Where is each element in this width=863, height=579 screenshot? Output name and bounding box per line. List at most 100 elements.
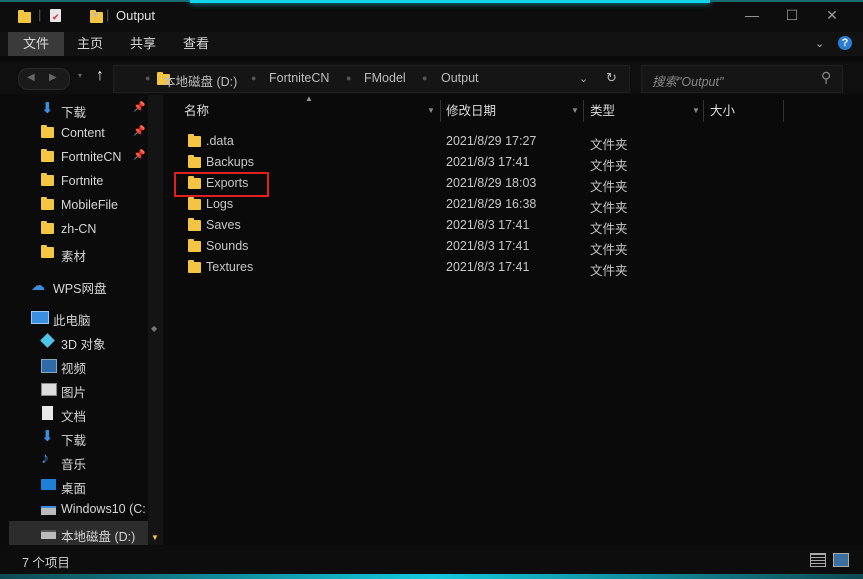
breadcrumb-output[interactable]: Output (441, 71, 479, 85)
nav-scrollbar[interactable]: ◆ ▼ (148, 95, 163, 545)
frame-glow-right (710, 0, 863, 2)
address-history-icon[interactable]: ⌄ (579, 72, 588, 85)
download-arrow-icon: ⬇ (41, 100, 54, 117)
folder-icon (188, 260, 201, 273)
column-header-size[interactable]: 大小 (710, 100, 770, 122)
pin-icon[interactable]: 📌 (133, 126, 145, 137)
folder-icon (41, 245, 54, 258)
column-divider[interactable] (783, 100, 784, 122)
breadcrumb-separator[interactable]: ● (422, 73, 427, 83)
maximize-button[interactable]: ☐ (775, 6, 809, 24)
large-icons-view-icon[interactable] (833, 553, 849, 567)
search-icon[interactable]: ⚲ (821, 69, 831, 86)
nav-item-music[interactable]: ♪ 音乐 (0, 449, 148, 473)
breadcrumb-separator[interactable]: ● (251, 73, 256, 83)
pin-icon[interactable]: 📌 (133, 102, 145, 113)
search-input[interactable]: 搜索"Output" (652, 71, 723, 90)
recent-dropdown-icon[interactable]: ▾ (78, 71, 82, 80)
nav-item-fortnitecn[interactable]: FortniteCN 📌 (0, 145, 148, 169)
qat-dropdown-icon[interactable]: ▾ (93, 10, 98, 26)
list-item[interactable]: Textures 2021/8/3 17:41 文件夹 (172, 257, 692, 278)
qat-divider: | (106, 7, 110, 22)
breadcrumb-separator[interactable]: ● (145, 73, 150, 83)
folder-icon (188, 218, 201, 231)
breadcrumb-fortnitecn[interactable]: FortniteCN (269, 71, 329, 85)
frame-glow-left (0, 0, 190, 2)
breadcrumb-fmodel[interactable]: FModel (364, 71, 406, 85)
nav-item-drive-d[interactable]: 本地磁盘 (D:) (9, 521, 148, 545)
nav-item-content[interactable]: Content 📌 (0, 121, 148, 145)
column-filter-icon[interactable]: ▼ (427, 106, 435, 115)
help-icon[interactable]: ? (838, 36, 852, 50)
forward-arrow-icon[interactable]: ▶ (49, 72, 57, 83)
tab-view[interactable]: 查看 (172, 32, 220, 56)
column-header-name[interactable]: 名称 (184, 100, 434, 122)
minimize-button[interactable]: — (735, 6, 769, 24)
breadcrumb-drive-d[interactable]: 本地磁盘 (D:) (163, 71, 237, 90)
download-arrow-icon: ⬇ (41, 428, 54, 445)
folder-icon (41, 221, 54, 234)
folder-icon (188, 155, 201, 168)
list-item[interactable]: Backups 2021/8/3 17:41 文件夹 (172, 152, 692, 173)
column-filter-icon[interactable]: ▼ (571, 106, 579, 115)
folder-icon (41, 125, 54, 138)
nav-item-sucai[interactable]: 素材 (0, 241, 148, 265)
column-header-type[interactable]: 类型 (590, 100, 690, 122)
nav-item-downloads[interactable]: ⬇ 下载 📌 (0, 97, 148, 121)
close-button[interactable]: ✕ (815, 6, 849, 24)
cloud-icon: ☁ (31, 277, 45, 293)
nav-item-downloads-pc[interactable]: ⬇ 下载 (0, 425, 148, 449)
folder-icon (41, 197, 54, 210)
desktop-icon (41, 479, 56, 490)
computer-icon (31, 311, 49, 324)
ribbon-collapse-icon[interactable]: ⌄ (815, 37, 824, 50)
nav-item-3d-objects[interactable]: 3D 对象 (0, 329, 148, 353)
nav-item-pictures[interactable]: 图片 (0, 377, 148, 401)
nav-item-documents[interactable]: 文档 (0, 401, 148, 425)
up-arrow-icon[interactable]: ↑ (96, 67, 104, 85)
scroll-down-icon[interactable]: ▼ (151, 533, 159, 542)
back-arrow-icon[interactable]: ◀ (27, 72, 35, 83)
nav-item-videos[interactable]: 视频 (0, 353, 148, 377)
tab-share[interactable]: 共享 (119, 32, 167, 56)
list-item[interactable]: .data 2021/8/29 17:27 文件夹 (172, 131, 692, 152)
tab-file[interactable]: 文件 (8, 32, 64, 56)
refresh-icon[interactable]: ↻ (606, 70, 617, 86)
tab-home[interactable]: 主页 (66, 32, 114, 56)
list-item[interactable]: Logs 2021/8/29 16:38 文件夹 (172, 194, 692, 215)
nav-item-fortnite[interactable]: Fortnite (0, 169, 148, 193)
column-divider[interactable] (703, 100, 704, 122)
back-forward-buttons[interactable]: ◀ ▶ (18, 68, 70, 90)
highlight-box (174, 172, 269, 197)
qat-divider: | (38, 7, 42, 22)
video-icon (41, 359, 57, 373)
item-count: 7 个项目 (22, 556, 70, 570)
pictures-icon (41, 383, 57, 396)
details-view-icon[interactable] (810, 553, 826, 567)
column-divider[interactable] (583, 100, 584, 122)
nav-item-this-pc[interactable]: 此电脑 (0, 305, 148, 329)
folder-icon (188, 239, 201, 252)
column-filter-icon[interactable]: ▼ (692, 106, 700, 115)
nav-item-mobilefile[interactable]: MobileFile (0, 193, 148, 217)
frame-glow-top (190, 0, 710, 3)
nav-item-zh-cn[interactable]: zh-CN (0, 217, 148, 241)
column-divider[interactable] (440, 100, 441, 122)
folder-icon (188, 197, 201, 210)
documents-icon (42, 406, 53, 420)
list-item[interactable]: Saves 2021/8/3 17:41 文件夹 (172, 215, 692, 236)
properties-icon[interactable]: ✔ (50, 9, 61, 22)
nav-item-desktop[interactable]: 桌面 (0, 473, 148, 497)
pin-icon[interactable]: 📌 (133, 150, 145, 161)
folder-icon (188, 134, 201, 147)
breadcrumb-separator[interactable]: ● (346, 73, 351, 83)
column-header-date[interactable]: 修改日期 (446, 100, 566, 122)
drive-icon (41, 506, 56, 515)
list-item[interactable]: Sounds 2021/8/3 17:41 文件夹 (172, 236, 692, 257)
window-title: Output (116, 8, 156, 23)
nav-item-wps-cloud[interactable]: ☁ WPS网盘 (0, 273, 148, 297)
folder-icon (41, 173, 54, 186)
frame-glow-bottom (0, 574, 863, 579)
music-icon: ♪ (41, 450, 49, 467)
nav-item-drive-c[interactable]: Windows10 (C: (0, 497, 148, 521)
